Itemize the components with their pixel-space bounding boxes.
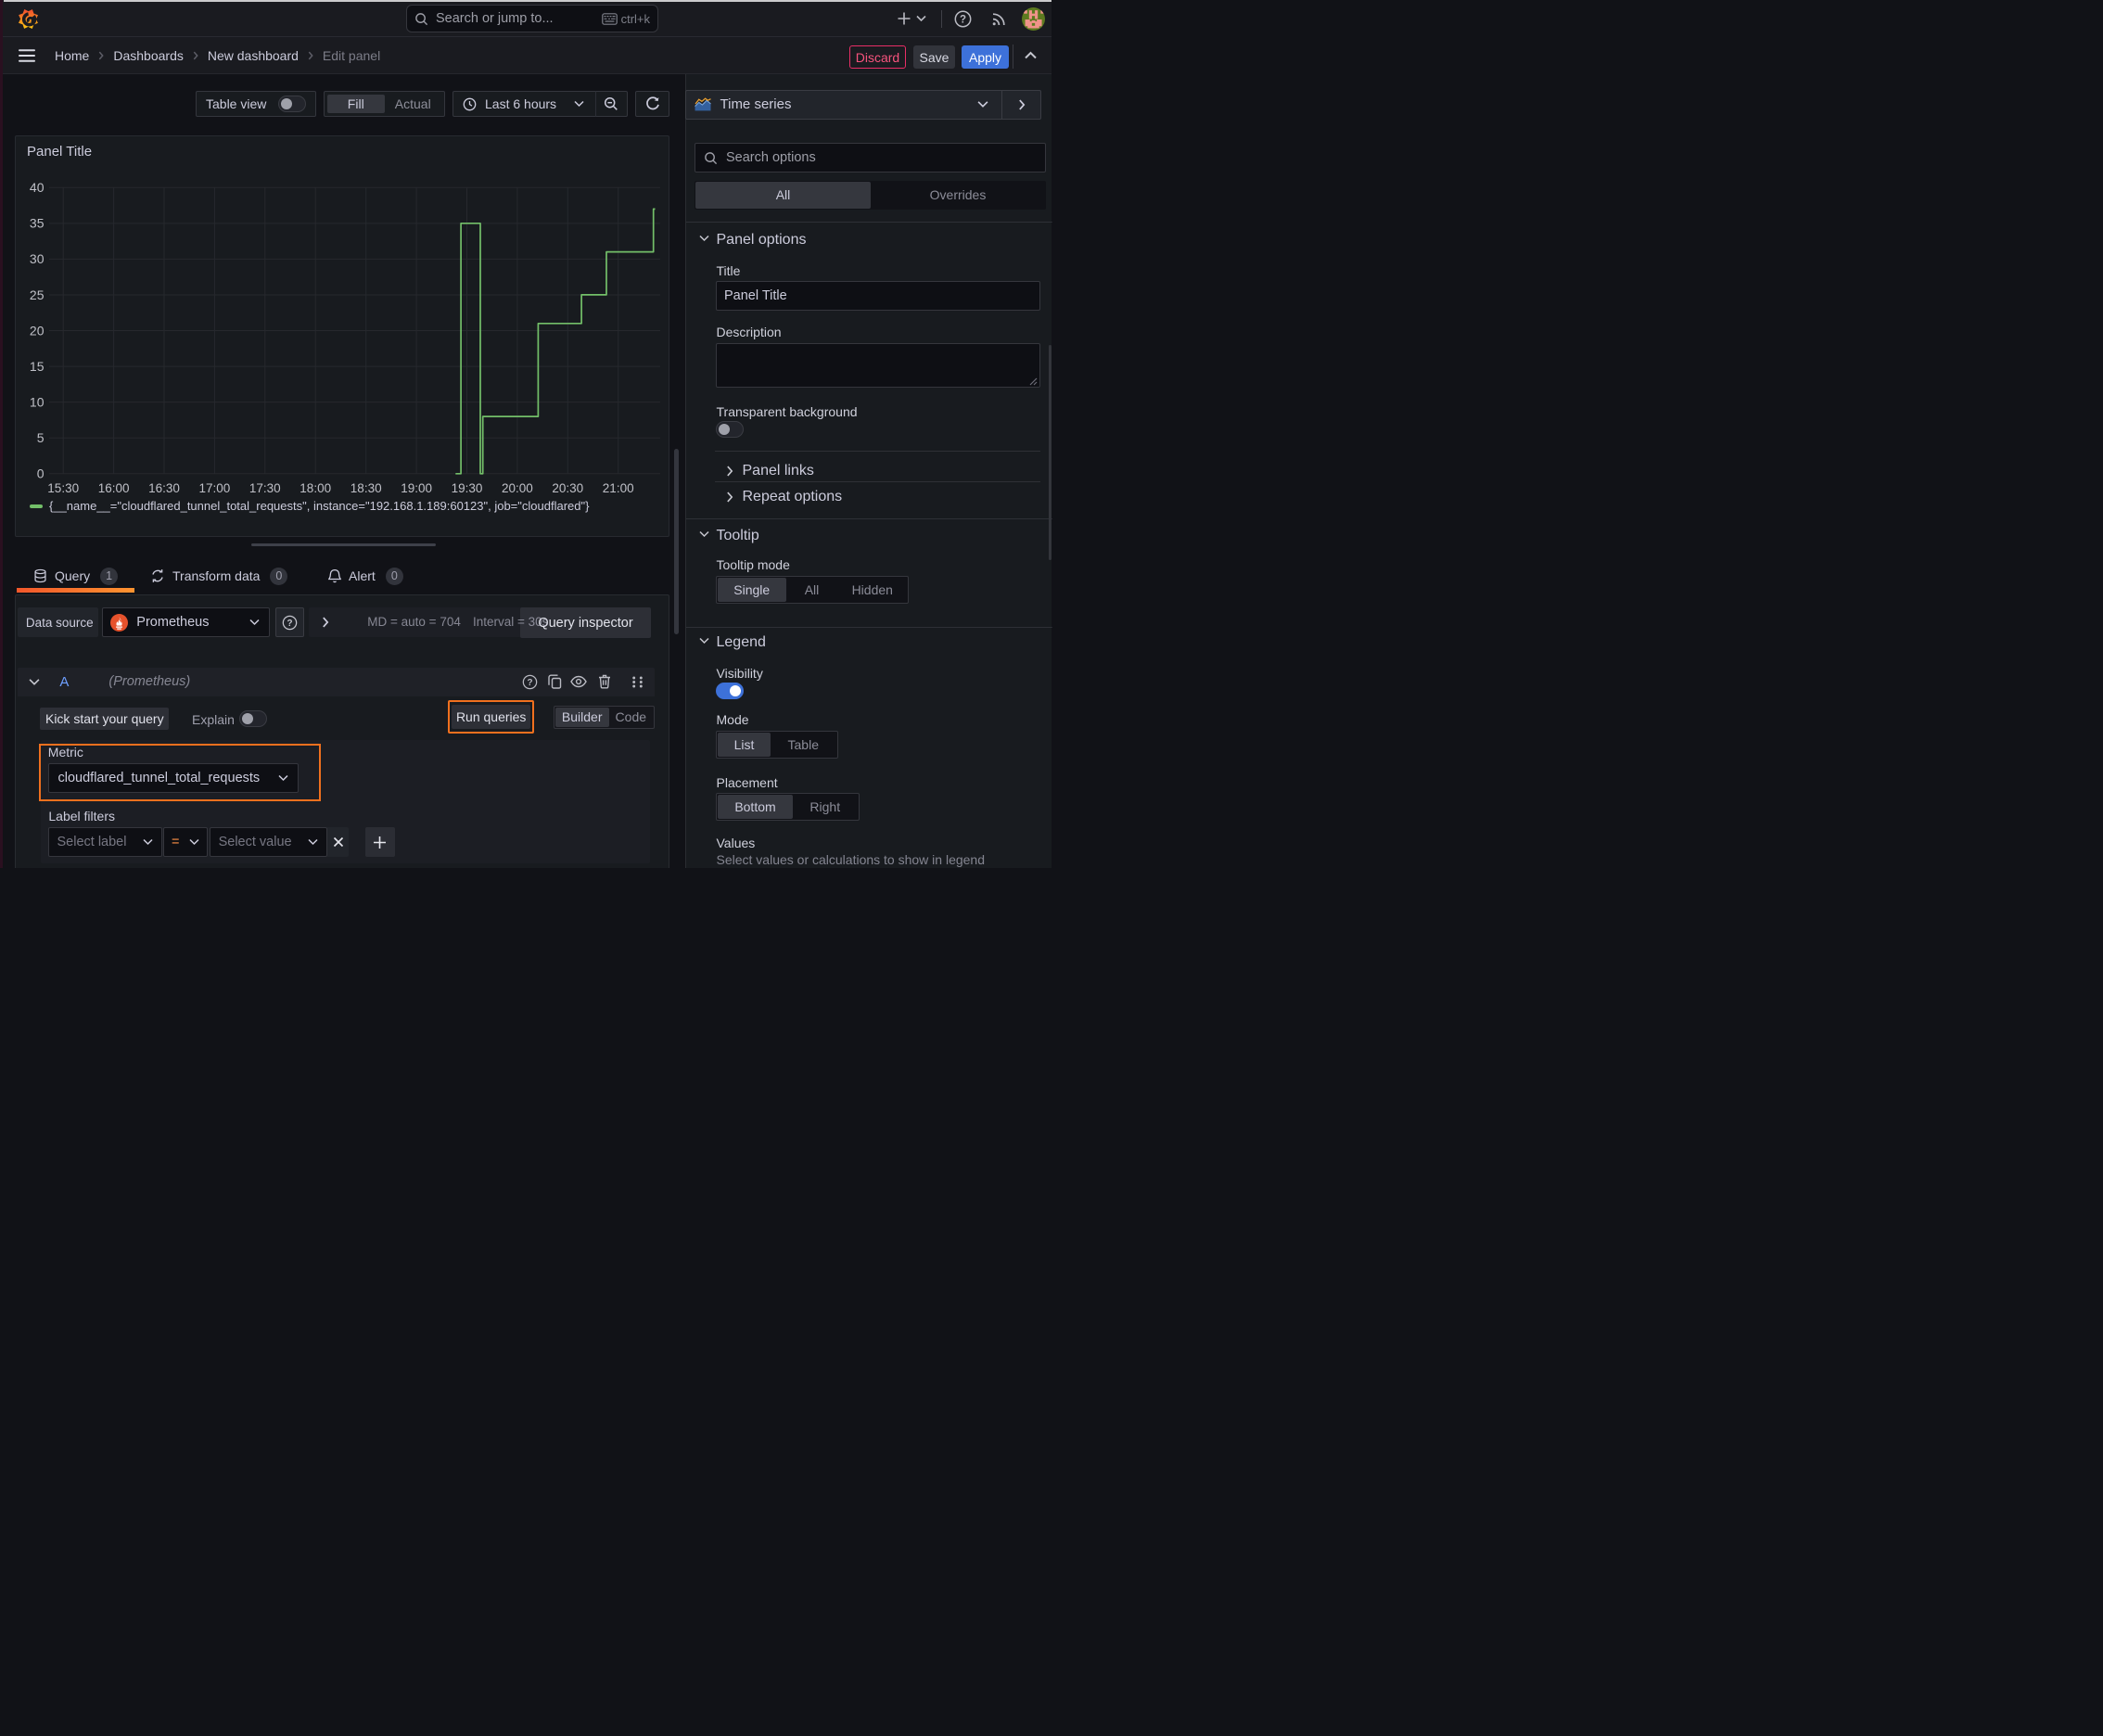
svg-text:19:00: 19:00 [401, 481, 432, 495]
svg-text:40: 40 [30, 180, 45, 195]
svg-text:0: 0 [37, 466, 45, 481]
svg-text:17:00: 17:00 [199, 481, 231, 495]
svg-text:19:30: 19:30 [452, 481, 483, 495]
svg-text:20:30: 20:30 [552, 481, 583, 495]
svg-text:21:00: 21:00 [603, 481, 634, 495]
svg-text:15:30: 15:30 [47, 481, 79, 495]
svg-text:17:30: 17:30 [249, 481, 281, 495]
svg-text:25: 25 [30, 287, 45, 302]
svg-text:?: ? [287, 619, 293, 629]
svg-text:30: 30 [30, 251, 45, 266]
svg-text:5: 5 [37, 430, 45, 445]
svg-text:20:00: 20:00 [502, 481, 533, 495]
svg-text:20: 20 [30, 323, 45, 338]
svg-text:?: ? [527, 678, 532, 688]
svg-text:15: 15 [30, 359, 45, 374]
svg-text:?: ? [960, 15, 966, 26]
svg-text:16:30: 16:30 [148, 481, 180, 495]
svg-text:35: 35 [30, 216, 45, 231]
svg-text:18:00: 18:00 [300, 481, 331, 495]
svg-text:18:30: 18:30 [350, 481, 382, 495]
svg-text:10: 10 [30, 395, 45, 410]
svg-text:16:00: 16:00 [98, 481, 130, 495]
